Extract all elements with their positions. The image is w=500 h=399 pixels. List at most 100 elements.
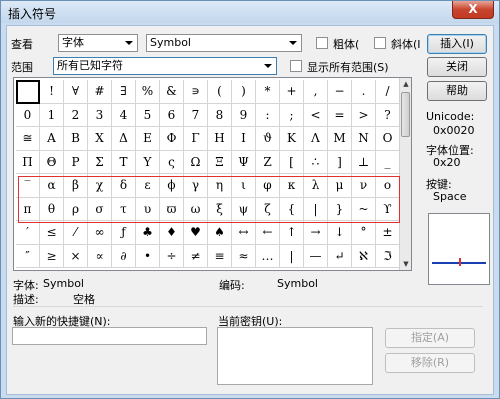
symbol-cell[interactable]: , [304, 80, 328, 104]
symbol-cell[interactable]: ÷ [160, 244, 184, 268]
symbol-cell[interactable]: ↵ [328, 244, 352, 268]
symbol-cell[interactable]: 7 [184, 103, 208, 127]
symbol-cell[interactable]: ∀ [64, 80, 88, 104]
grid-scrollbar[interactable]: ▲ ▼ [399, 78, 411, 270]
symbol-cell[interactable]: ω [184, 197, 208, 221]
symbol-cell[interactable]: ] [328, 150, 352, 174]
new-shortcut-input[interactable] [12, 327, 207, 345]
symbol-cell[interactable]: ≈ [232, 244, 256, 268]
symbol-cell[interactable]: ∴ [304, 150, 328, 174]
symbol-cell[interactable]: ↑ [280, 221, 304, 245]
scroll-down-icon[interactable]: ▼ [400, 258, 412, 270]
symbol-cell[interactable]: ) [232, 80, 256, 104]
symbol-cell[interactable]: < [304, 103, 328, 127]
symbol-cell[interactable]: ≡ [208, 244, 232, 268]
symbol-cell[interactable]: ; [280, 103, 304, 127]
symbol-cell[interactable]: ∂ [112, 244, 136, 268]
symbol-cell[interactable]: _ [376, 150, 400, 174]
insert-button[interactable]: 插入(I) [427, 34, 487, 54]
symbol-cell[interactable]: — [304, 244, 328, 268]
symbol-cell[interactable]: % [136, 80, 160, 104]
help-button[interactable]: 帮助 [427, 81, 487, 101]
symbol-cell[interactable]: ∞ [88, 221, 112, 245]
symbol-cell[interactable]: ∃ [112, 80, 136, 104]
symbol-cell[interactable]: ⁄ [64, 221, 88, 245]
scroll-thumb[interactable] [401, 92, 410, 137]
symbol-cell[interactable]: 0 [16, 103, 40, 127]
symbol-cell[interactable]: / [376, 80, 400, 104]
symbol-cell[interactable]: ψ [232, 197, 256, 221]
character-grid[interactable]: ! ∀ # ∃% & ∍() * +, −./ 0 1 2 3 4 5 6 7 8 9:; < = >? ≅ Α Β Χ Δ Ε Φ Γ Η… [16, 80, 400, 268]
symbol-cell[interactable]: ± [376, 221, 400, 245]
symbol-cell[interactable]: ′ [16, 221, 40, 245]
symbol-cell[interactable]: Α [40, 127, 64, 151]
symbol-cell[interactable]: ~ [352, 197, 376, 221]
symbol-cell[interactable]: γ [184, 174, 208, 198]
symbol-cell[interactable]: ″ [16, 244, 40, 268]
symbol-cell[interactable]: ϕ [160, 174, 184, 198]
symbol-cell[interactable]: χ [88, 174, 112, 198]
symbol-cell[interactable]: ℑ [376, 244, 400, 268]
remove-button[interactable]: 移除(R) [385, 353, 475, 373]
symbol-cell[interactable]: τ [112, 197, 136, 221]
symbol-cell[interactable]: φ [256, 174, 280, 198]
symbol-cell[interactable]: { [280, 197, 304, 221]
close-window-button[interactable]: X [452, 1, 494, 19]
symbol-cell[interactable]: ♣ [136, 221, 160, 245]
symbol-cell[interactable] [16, 80, 40, 104]
symbol-cell[interactable]: ( [208, 80, 232, 104]
symbol-cell[interactable]: ↔ [232, 221, 256, 245]
assign-button[interactable]: 指定(A) [385, 328, 475, 348]
current-key-list[interactable] [217, 327, 373, 385]
symbol-cell[interactable]: 4 [112, 103, 136, 127]
symbol-cell[interactable]: … [256, 244, 280, 268]
symbol-cell[interactable]: 6 [160, 103, 184, 127]
symbol-cell[interactable]: Μ [328, 127, 352, 151]
symbol-cell[interactable]: ϒ [376, 197, 400, 221]
symbol-cell[interactable]: ↓ [328, 221, 352, 245]
symbol-cell[interactable]: ξ [208, 197, 232, 221]
symbol-cell[interactable]: Θ [40, 150, 64, 174]
symbol-cell[interactable]: ‾ [16, 174, 40, 198]
symbol-cell[interactable]: 3 [88, 103, 112, 127]
symbol-cell[interactable]: Ξ [208, 150, 232, 174]
symbol-cell[interactable]: . [352, 80, 376, 104]
symbol-cell[interactable]: ! [40, 80, 64, 104]
symbol-cell[interactable]: ? [376, 103, 400, 127]
symbol-cell[interactable]: η [208, 174, 232, 198]
symbol-cell[interactable]: ι [232, 174, 256, 198]
symbol-cell[interactable]: × [64, 244, 88, 268]
symbol-cell[interactable]: ∝ [88, 244, 112, 268]
symbol-cell[interactable]: Χ [88, 127, 112, 151]
symbol-cell[interactable]: Ω [184, 150, 208, 174]
symbol-cell[interactable]: 8 [208, 103, 232, 127]
italic-checkbox[interactable] [374, 37, 386, 49]
symbol-cell[interactable]: : [256, 103, 280, 127]
symbol-cell[interactable]: ≤ [40, 221, 64, 245]
symbol-cell[interactable]: * [256, 80, 280, 104]
symbol-cell[interactable]: ς [160, 150, 184, 174]
font-select[interactable]: Symbol [146, 34, 302, 52]
scroll-up-icon[interactable]: ▲ [400, 78, 412, 90]
symbol-cell[interactable]: ≥ [40, 244, 64, 268]
symbol-cell[interactable]: θ [40, 197, 64, 221]
symbol-cell[interactable]: 9 [232, 103, 256, 127]
symbol-cell[interactable]: Λ [304, 127, 328, 151]
symbol-cell[interactable]: σ [88, 197, 112, 221]
symbol-cell[interactable]: Ρ [64, 150, 88, 174]
symbol-cell[interactable]: = [328, 103, 352, 127]
bold-checkbox[interactable] [316, 37, 328, 49]
close-button[interactable]: 关闭 [427, 57, 487, 77]
symbol-cell[interactable]: 5 [136, 103, 160, 127]
symbol-cell[interactable]: ← [256, 221, 280, 245]
symbol-cell[interactable]: Δ [112, 127, 136, 151]
view-select[interactable]: 字体 [58, 34, 138, 52]
symbol-cell[interactable]: Π [16, 150, 40, 174]
symbol-cell[interactable]: ƒ [112, 221, 136, 245]
symbol-cell[interactable]: Σ [88, 150, 112, 174]
symbol-cell[interactable]: [ [280, 150, 304, 174]
symbol-cell[interactable]: Η [208, 127, 232, 151]
symbol-cell[interactable]: Φ [160, 127, 184, 151]
symbol-cell[interactable]: Κ [280, 127, 304, 151]
symbol-cell[interactable]: − [328, 80, 352, 104]
